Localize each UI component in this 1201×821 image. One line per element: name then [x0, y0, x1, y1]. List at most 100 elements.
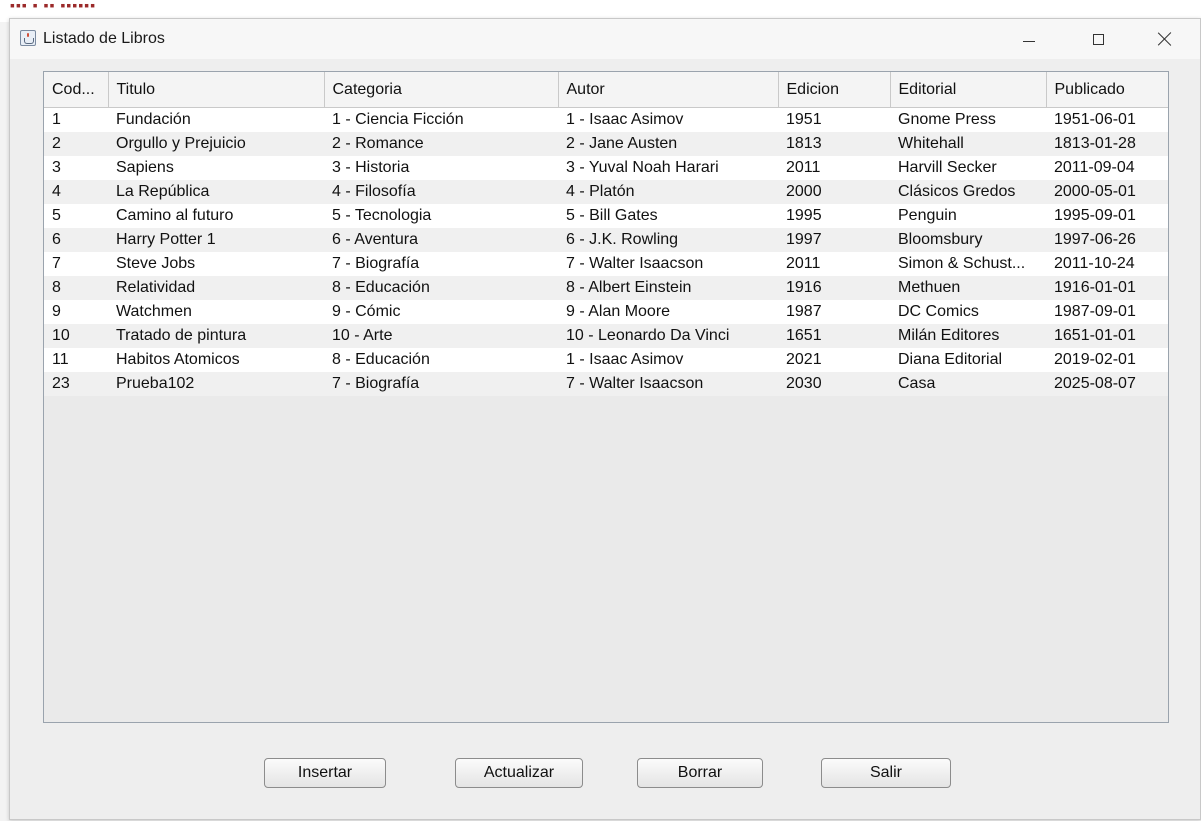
cell-categoria[interactable]: 8 - Educación — [324, 348, 558, 372]
cell-edicion[interactable]: 1997 — [778, 228, 890, 252]
cell-categoria[interactable]: 9 - Cómic — [324, 300, 558, 324]
cell-publicado[interactable]: 1951-06-01 — [1046, 107, 1168, 132]
borrar-button[interactable]: Borrar — [637, 758, 763, 788]
cell-cod[interactable]: 6 — [44, 228, 108, 252]
cell-publicado[interactable]: 2011-09-04 — [1046, 156, 1168, 180]
cell-publicado[interactable]: 2000-05-01 — [1046, 180, 1168, 204]
minimize-button[interactable] — [1006, 19, 1052, 59]
cell-titulo[interactable]: Harry Potter 1 — [108, 228, 324, 252]
cell-autor[interactable]: 7 - Walter Isaacson — [558, 252, 778, 276]
column-header-edicion[interactable]: Edicion — [778, 72, 891, 108]
cell-titulo[interactable]: Camino al futuro — [108, 204, 324, 228]
table-row[interactable]: 5 Camino al futuro 5 - Tecnologia 5 - Bill … — [44, 204, 1168, 228]
table-row[interactable]: 4 La República 4 - Filosofía 4 - Platón 2000… — [44, 180, 1168, 204]
cell-cod[interactable]: 11 — [44, 348, 108, 372]
cell-editorial[interactable]: Whitehall — [890, 132, 1046, 156]
cell-editorial[interactable]: Penguin — [890, 204, 1046, 228]
cell-publicado[interactable]: 2019-02-01 — [1046, 348, 1168, 372]
cell-cod[interactable]: 10 — [44, 324, 108, 348]
cell-edicion[interactable]: 2030 — [778, 372, 890, 396]
cell-cod[interactable]: 4 — [44, 180, 108, 204]
cell-editorial[interactable]: DC Comics — [890, 300, 1046, 324]
cell-edicion[interactable]: 1813 — [778, 132, 890, 156]
cell-autor[interactable]: 8 - Albert Einstein — [558, 276, 778, 300]
table-row[interactable]: 11 Habitos Atomicos 8 - Educación 1 - Isaac… — [44, 348, 1168, 372]
cell-cod[interactable]: 8 — [44, 276, 108, 300]
cell-titulo[interactable]: La República — [108, 180, 324, 204]
column-header-titulo[interactable]: Titulo — [108, 72, 325, 108]
cell-autor[interactable]: 6 - J.K. Rowling — [558, 228, 778, 252]
column-header-publicado[interactable]: Publicado — [1046, 72, 1168, 108]
table-row[interactable]: 6 Harry Potter 16 - Aventura 6 - J.K. Rowl… — [44, 228, 1168, 252]
cell-edicion[interactable]: 1916 — [778, 276, 890, 300]
cell-titulo[interactable]: Orgullo y Prejuicio — [108, 132, 324, 156]
cell-titulo[interactable]: Habitos Atomicos — [108, 348, 324, 372]
column-header-editorial[interactable]: Editorial — [890, 72, 1047, 108]
cell-cod[interactable]: 1 — [44, 107, 108, 132]
cell-publicado[interactable]: 2025-08-07 — [1046, 372, 1168, 396]
cell-categoria[interactable]: 5 - Tecnologia — [324, 204, 558, 228]
cell-autor[interactable]: 7 - Walter Isaacson — [558, 372, 778, 396]
cell-cod[interactable]: 9 — [44, 300, 108, 324]
table-row[interactable]: 10 Tratado de pintura 10 - Arte 10 - Leonar… — [44, 324, 1168, 348]
cell-categoria[interactable]: 4 - Filosofía — [324, 180, 558, 204]
table-row[interactable]: 2 Orgullo y Prejuicio 2 - Romance 2 - Jane … — [44, 132, 1168, 156]
cell-categoria[interactable]: 1 - Ciencia Ficción — [324, 107, 558, 132]
cell-publicado[interactable]: 1651-01-01 — [1046, 324, 1168, 348]
cell-autor[interactable]: 3 - Yuval Noah Harari — [558, 156, 778, 180]
close-button[interactable] — [1142, 19, 1188, 59]
cell-titulo[interactable]: Fundación — [108, 107, 324, 132]
cell-titulo[interactable]: Watchmen — [108, 300, 324, 324]
cell-titulo[interactable]: Tratado de pintura — [108, 324, 324, 348]
table-row[interactable]: 23 Prueba102 7 - Biografía 7 - Walter Isaac… — [44, 372, 1168, 396]
cell-edicion[interactable]: 2000 — [778, 180, 890, 204]
cell-edicion[interactable]: 2021 — [778, 348, 890, 372]
table-row[interactable]: 9 Watchmen 9 - Cómic 9 - Alan Moore 1987 DC C… — [44, 300, 1168, 324]
cell-editorial[interactable]: Methuen — [890, 276, 1046, 300]
books-table-scroll-pane[interactable]: Cod... Titulo Categoria Autor Edicion Ed… — [43, 71, 1169, 723]
column-header-cod[interactable]: Cod... — [44, 72, 109, 108]
cell-cod[interactable]: 7 — [44, 252, 108, 276]
cell-autor[interactable]: 1 - Isaac Asimov — [558, 348, 778, 372]
cell-titulo[interactable]: Sapiens — [108, 156, 324, 180]
table-row[interactable]: 8 Relatividad 8 - Educación 8 - Albert Eins… — [44, 276, 1168, 300]
cell-categoria[interactable]: 8 - Educación — [324, 276, 558, 300]
cell-categoria[interactable]: 10 - Arte — [324, 324, 558, 348]
cell-cod[interactable]: 2 — [44, 132, 108, 156]
insertar-button[interactable]: Insertar — [264, 758, 386, 788]
cell-publicado[interactable]: 1997-06-26 — [1046, 228, 1168, 252]
cell-publicado[interactable]: 1995-09-01 — [1046, 204, 1168, 228]
cell-autor[interactable]: 2 - Jane Austen — [558, 132, 778, 156]
column-header-autor[interactable]: Autor — [558, 72, 779, 108]
title-bar[interactable]: Listado de Libros — [10, 19, 1200, 59]
cell-edicion[interactable]: 2011 — [778, 156, 890, 180]
cell-editorial[interactable]: Clásicos Gredos — [890, 180, 1046, 204]
table-row[interactable]: 3 Sapiens 3 - Historia 3 - Yuval Noah Harar… — [44, 156, 1168, 180]
cell-autor[interactable]: 9 - Alan Moore — [558, 300, 778, 324]
cell-categoria[interactable]: 6 - Aventura — [324, 228, 558, 252]
column-header-categoria[interactable]: Categoria — [324, 72, 559, 108]
cell-editorial[interactable]: Diana Editorial — [890, 348, 1046, 372]
cell-categoria[interactable]: 7 - Biografía — [324, 372, 558, 396]
cell-edicion[interactable]: 1951 — [778, 107, 890, 132]
cell-publicado[interactable]: 1813-01-28 — [1046, 132, 1168, 156]
cell-cod[interactable]: 5 — [44, 204, 108, 228]
books-table[interactable]: Cod... Titulo Categoria Autor Edicion Ed… — [44, 72, 1168, 396]
cell-edicion[interactable]: 1995 — [778, 204, 890, 228]
table-row[interactable]: 7 Steve Jobs 7 - Biografía 7 - Walter Isaac… — [44, 252, 1168, 276]
cell-autor[interactable]: 5 - Bill Gates — [558, 204, 778, 228]
actualizar-button[interactable]: Actualizar — [455, 758, 583, 788]
cell-publicado[interactable]: 1916-01-01 — [1046, 276, 1168, 300]
cell-editorial[interactable]: Bloomsbury — [890, 228, 1046, 252]
table-row[interactable]: 1 Fundación 1 - Ciencia Ficción 1 - Isaac A… — [44, 107, 1168, 132]
cell-categoria[interactable]: 7 - Biografía — [324, 252, 558, 276]
cell-publicado[interactable]: 2011-10-24 — [1046, 252, 1168, 276]
cell-editorial[interactable]: Simon & Schust... — [890, 252, 1046, 276]
cell-publicado[interactable]: 1987-09-01 — [1046, 300, 1168, 324]
cell-edicion[interactable]: 2011 — [778, 252, 890, 276]
maximize-button[interactable] — [1075, 19, 1121, 59]
cell-edicion[interactable]: 1651 — [778, 324, 890, 348]
cell-categoria[interactable]: 2 - Romance — [324, 132, 558, 156]
cell-edicion[interactable]: 1987 — [778, 300, 890, 324]
cell-autor[interactable]: 1 - Isaac Asimov — [558, 107, 778, 132]
